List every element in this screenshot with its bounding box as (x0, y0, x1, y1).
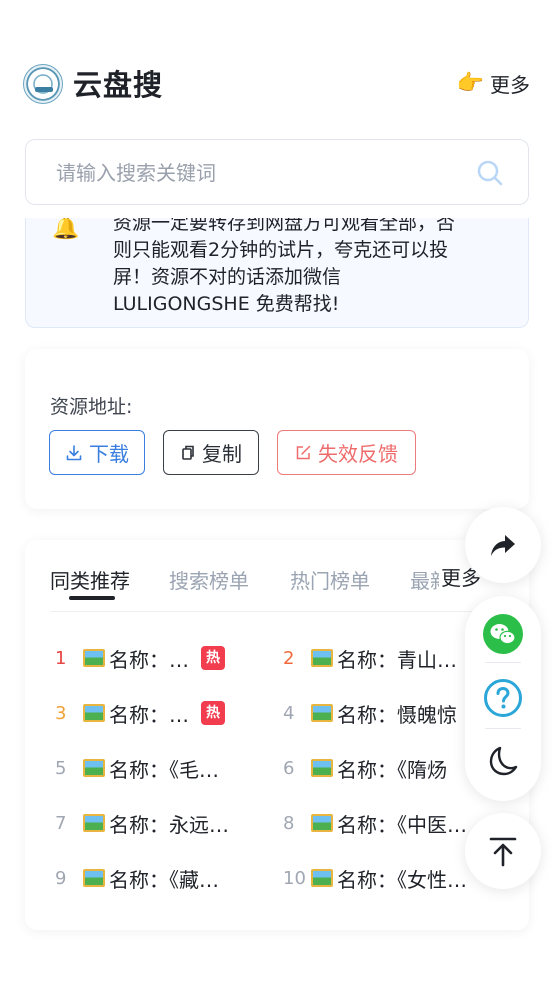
help-icon[interactable] (483, 678, 523, 718)
download-button[interactable]: 下载 (49, 430, 145, 475)
rank-item[interactable]: 3 名称：… 热 (55, 698, 225, 728)
rank-title: 名称：… (109, 702, 189, 727)
image-icon (311, 814, 333, 832)
rank-title: 名称：青山… (337, 647, 457, 672)
rank-title: 名称：《毛… (109, 757, 219, 782)
site-title[interactable]: 云盘搜 (73, 62, 163, 104)
image-icon (83, 649, 105, 667)
rank-number: 9 (55, 867, 67, 889)
rank-item[interactable]: 7 名称：永远… (55, 808, 229, 838)
image-icon (311, 649, 333, 667)
rank-title: 名称：… (109, 647, 189, 672)
rank-number: 8 (283, 812, 295, 834)
moon-icon[interactable] (486, 744, 520, 778)
share-button[interactable] (465, 507, 541, 583)
share-icon (491, 535, 515, 556)
divider (485, 662, 521, 663)
image-icon (311, 869, 333, 887)
header: 云盘搜 👉 更多 (0, 56, 554, 112)
resource-label: 资源地址: (50, 396, 133, 418)
hot-badge: 热 (201, 646, 225, 670)
rank-item[interactable]: 2 名称：青山… (283, 643, 457, 673)
recommend-card: 同类推荐 搜索榜单 热门榜单 最新 更多 1 名称：… 热 3 名称：… 热 5… (25, 540, 529, 930)
rank-number: 3 (55, 702, 67, 724)
arrow-up-to-top-icon (489, 837, 517, 867)
tab-bar: 同类推荐 搜索榜单 热门榜单 最新 (50, 562, 505, 612)
rank-item[interactable]: 9 名称：《藏… (55, 863, 219, 893)
copy-label: 复制 (202, 442, 242, 466)
wechat-icon[interactable] (483, 614, 523, 654)
rank-number: 1 (55, 647, 67, 669)
more-label: 更多 (490, 72, 530, 97)
hot-badge: 热 (201, 701, 225, 725)
rank-title: 名称：永远… (109, 812, 229, 837)
notice-text: 资源一定要转存到网盘方可观看全部，否则只能观看2分钟的试片，夸克还可以投屏！资源… (113, 218, 456, 315)
search-input[interactable] (56, 157, 466, 189)
rank-number: 4 (283, 702, 295, 724)
tab-similar[interactable]: 同类推荐 (50, 565, 130, 594)
tab-hot-rank[interactable]: 热门榜单 (290, 565, 370, 594)
image-icon (83, 869, 105, 887)
download-icon (66, 444, 82, 460)
more-menu-link[interactable]: 👉 更多 (457, 68, 530, 98)
search-icon[interactable] (476, 159, 504, 187)
rank-title: 名称：《隋炀 (337, 757, 447, 782)
rank-number: 5 (55, 757, 67, 779)
rank-number: 10 (283, 867, 306, 889)
feedback-button[interactable]: 失效反馈 (277, 430, 416, 475)
edit-icon (296, 445, 311, 460)
image-icon (311, 704, 333, 722)
site-logo[interactable] (23, 64, 63, 104)
image-icon (83, 704, 105, 722)
rank-number: 6 (283, 757, 295, 779)
rank-item[interactable]: 10 名称：《女性… (283, 863, 467, 893)
search-box (25, 139, 529, 205)
active-tab-indicator (69, 596, 115, 600)
copy-icon (182, 445, 194, 460)
rank-number: 2 (283, 647, 295, 669)
image-icon (83, 814, 105, 832)
bell-icon: 🔔 (52, 218, 80, 241)
divider (485, 728, 521, 729)
rank-item[interactable]: 4 名称：慑魄惊 (283, 698, 457, 728)
rank-item[interactable]: 8 名称：《中医… (283, 808, 467, 838)
image-icon (83, 759, 105, 777)
rank-item[interactable]: 5 名称：《毛… (55, 753, 219, 783)
rank-title: 名称：《中医… (337, 812, 467, 837)
rank-item[interactable]: 1 名称：… 热 (55, 643, 225, 673)
image-icon (311, 759, 333, 777)
rank-title: 名称：《女性… (337, 867, 467, 892)
feedback-label: 失效反馈 (318, 442, 398, 466)
back-to-top-button[interactable] (465, 813, 541, 889)
tab-search-rank[interactable]: 搜索榜单 (169, 565, 249, 594)
rank-item[interactable]: 6 名称：《隋炀 (283, 753, 447, 783)
pointing-hand-icon: 👉 (456, 70, 484, 96)
rank-title: 名称：慑魄惊 (337, 702, 457, 727)
rank-number: 7 (55, 812, 67, 834)
resource-card: 资源地址: 下载 复制 失效反馈 (25, 349, 529, 509)
download-label: 下载 (89, 442, 129, 466)
rank-title: 名称：《藏… (109, 867, 219, 892)
notice-banner: 🔔 资源一定要转存到网盘方可观看全部，否则只能观看2分钟的试片，夸克还可以投屏！… (25, 218, 529, 328)
copy-button[interactable]: 复制 (163, 430, 259, 475)
tool-group (465, 596, 541, 801)
